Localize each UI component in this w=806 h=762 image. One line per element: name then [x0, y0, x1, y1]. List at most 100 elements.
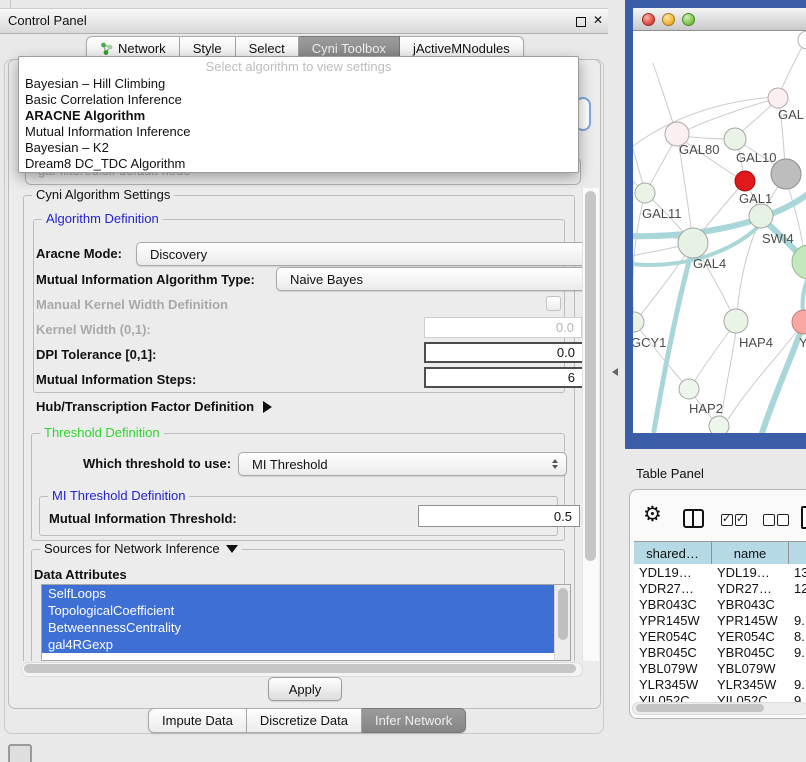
- which-threshold-combobox[interactable]: MI Threshold: [238, 452, 567, 476]
- network-canvas[interactable]: GALGAL80GAL10GAL1GAL11SWI4GAL4GCY1HAP4YH…: [633, 31, 806, 433]
- node-gal1[interactable]: [735, 171, 755, 191]
- table-row[interactable]: YDR27…YDR27…12: [634, 580, 806, 596]
- algorithm-option-bayesian-hill-climbing[interactable]: Bayesian – Hill Climbing: [19, 76, 578, 92]
- list-scrollbar[interactable]: [554, 585, 570, 660]
- table-cell[interactable]: YDL19…: [712, 564, 789, 580]
- tab-impute-data[interactable]: Impute Data: [148, 708, 247, 733]
- network-window-titlebar[interactable]: [633, 8, 806, 31]
- unchecked-checkbox-icon[interactable]: [777, 514, 789, 526]
- table-cell[interactable]: YER054C: [634, 628, 712, 644]
- columns-icon[interactable]: [683, 509, 704, 528]
- network-graph[interactable]: GALGAL80GAL10GAL1GAL11SWI4GAL4GCY1HAP4YH…: [633, 31, 806, 433]
- table-row[interactable]: YDL19…YDL19…13: [634, 564, 806, 580]
- network-edge[interactable]: [648, 138, 676, 189]
- table-cell[interactable]: YBL079W: [712, 660, 789, 676]
- aracne-mode-combobox[interactable]: Discovery: [136, 242, 582, 266]
- mi-steps-field[interactable]: 6: [424, 367, 582, 388]
- attribute-item-betweennesscentrality[interactable]: BetweennessCentrality: [42, 619, 554, 636]
- table-row[interactable]: YBR043CYBR043C: [634, 596, 806, 612]
- table-cell[interactable]: YDR27…: [634, 580, 712, 596]
- column-header-shared[interactable]: shared…: [634, 542, 712, 565]
- table-header-row[interactable]: shared…name: [634, 541, 806, 566]
- table-cell[interactable]: 9.: [789, 692, 806, 702]
- kernel-width-field[interactable]: 0.0: [424, 317, 582, 338]
- table-row[interactable]: YIL052CYIL052C9.: [634, 692, 806, 702]
- node-gal4[interactable]: [678, 228, 708, 258]
- table-cell[interactable]: YPR145W: [634, 612, 712, 628]
- table-cell[interactable]: YBR045C: [712, 644, 789, 660]
- table-cell[interactable]: 8.: [789, 628, 806, 644]
- window-close-icon[interactable]: [642, 13, 655, 26]
- network-edge[interactable]: [780, 41, 805, 93]
- close-icon[interactable]: ✕: [593, 13, 603, 27]
- table-row[interactable]: YBR045CYBR045C9.: [634, 644, 806, 660]
- algorithm-option-dream8-dc-tdc-algorithm[interactable]: Dream8 DC_TDC Algorithm: [19, 156, 578, 172]
- unchecked-checkbox-icon[interactable]: [763, 514, 775, 526]
- checked-checkbox-icon[interactable]: [735, 514, 747, 526]
- algorithm-option-aracne-algorithm[interactable]: ARACNE Algorithm: [19, 108, 578, 124]
- dpi-tolerance-field[interactable]: 0.0: [424, 342, 582, 363]
- expand-right-icon[interactable]: [263, 401, 272, 413]
- table-cell[interactable]: YER054C: [712, 628, 789, 644]
- document-icon[interactable]: [801, 506, 806, 529]
- network-edge[interactable]: [738, 101, 776, 135]
- attribute-item-gal4rgexp[interactable]: gal4RGexp: [42, 636, 554, 653]
- algorithm-option-bayesian-k2[interactable]: Bayesian – K2: [19, 140, 578, 156]
- table-cell[interactable]: 9.: [789, 612, 806, 628]
- algorithm-option-mutual-information-inference[interactable]: Mutual Information Inference: [19, 124, 578, 140]
- network-view-window[interactable]: GALGAL80GAL10GAL1GAL11SWI4GAL4GCY1HAP4YH…: [633, 8, 806, 433]
- checked-checkbox-icon[interactable]: [721, 514, 733, 526]
- table-horizontal-scrollbar[interactable]: [632, 702, 806, 715]
- node-gcy1[interactable]: [633, 312, 644, 332]
- manual-kernel-checkbox[interactable]: [546, 296, 561, 311]
- node-top-right[interactable]: [798, 31, 806, 49]
- mi-threshold-field[interactable]: 0.5: [418, 505, 580, 527]
- node-swi4[interactable]: [749, 204, 773, 228]
- float-window-icon[interactable]: [576, 17, 586, 27]
- settings-horizontal-scrollbar[interactable]: [21, 662, 583, 677]
- table-row[interactable]: YBL079WYBL079W: [634, 660, 806, 676]
- list-scrollbar-thumb[interactable]: [558, 588, 568, 640]
- table-cell[interactable]: YDR27…: [712, 580, 789, 596]
- table-row[interactable]: YER054CYER054C8.: [634, 628, 806, 644]
- table-cell[interactable]: YBR043C: [634, 596, 712, 612]
- tab-infer-network[interactable]: Infer Network: [362, 708, 466, 733]
- table-cell[interactable]: YBR045C: [634, 644, 712, 660]
- tab-discretize-data[interactable]: Discretize Data: [247, 708, 362, 733]
- table-cell[interactable]: YIL052C: [712, 692, 789, 702]
- table-cell[interactable]: 12: [789, 580, 806, 596]
- table-row[interactable]: YPR145WYPR145W9.: [634, 612, 806, 628]
- node-bottom[interactable]: [709, 416, 729, 433]
- attribute-item-topologicalcoefficient[interactable]: TopologicalCoefficient: [42, 602, 554, 619]
- column-header-2[interactable]: [789, 542, 806, 565]
- scrollbar-thumb[interactable]: [24, 664, 576, 673]
- mi-type-combobox[interactable]: Naive Bayes: [276, 267, 582, 291]
- splitter-collapse-icon[interactable]: [612, 368, 618, 376]
- table-cell[interactable]: YPR145W: [712, 612, 789, 628]
- collapsed-panel-icon[interactable]: [8, 744, 32, 762]
- node-gal11[interactable]: [635, 183, 655, 203]
- node-hap2[interactable]: [679, 379, 699, 399]
- table-cell[interactable]: [789, 596, 806, 612]
- network-edge[interactable]: [653, 63, 676, 132]
- window-minimize-icon[interactable]: [662, 13, 675, 26]
- scrollbar-thumb[interactable]: [585, 191, 596, 561]
- table-cell[interactable]: YLR345W: [712, 676, 789, 692]
- node-gal10[interactable]: [724, 128, 746, 150]
- apply-button[interactable]: Apply: [268, 677, 342, 701]
- table-cell[interactable]: YIL052C: [634, 692, 712, 702]
- algorithm-option-basic-correlation-inference[interactable]: Basic Correlation Inference: [19, 92, 578, 108]
- table-cell[interactable]: 9.: [789, 644, 806, 660]
- node-hap4[interactable]: [724, 309, 748, 333]
- table-cell[interactable]: [789, 660, 806, 676]
- table-row[interactable]: YLR345WYLR345W9.: [634, 676, 806, 692]
- attribute-item-selfloops[interactable]: SelfLoops: [42, 585, 554, 602]
- table-cell[interactable]: 9.: [789, 676, 806, 692]
- scrollbar-thumb[interactable]: [636, 704, 764, 712]
- table-cell[interactable]: YBR043C: [712, 596, 789, 612]
- collapse-down-icon[interactable]: [226, 545, 238, 553]
- window-zoom-icon[interactable]: [682, 13, 695, 26]
- data-attributes-list[interactable]: SelfLoopsTopologicalCoefficientBetweenne…: [41, 584, 571, 661]
- table-cell[interactable]: YBL079W: [634, 660, 712, 676]
- node-top-pink[interactable]: [768, 88, 788, 108]
